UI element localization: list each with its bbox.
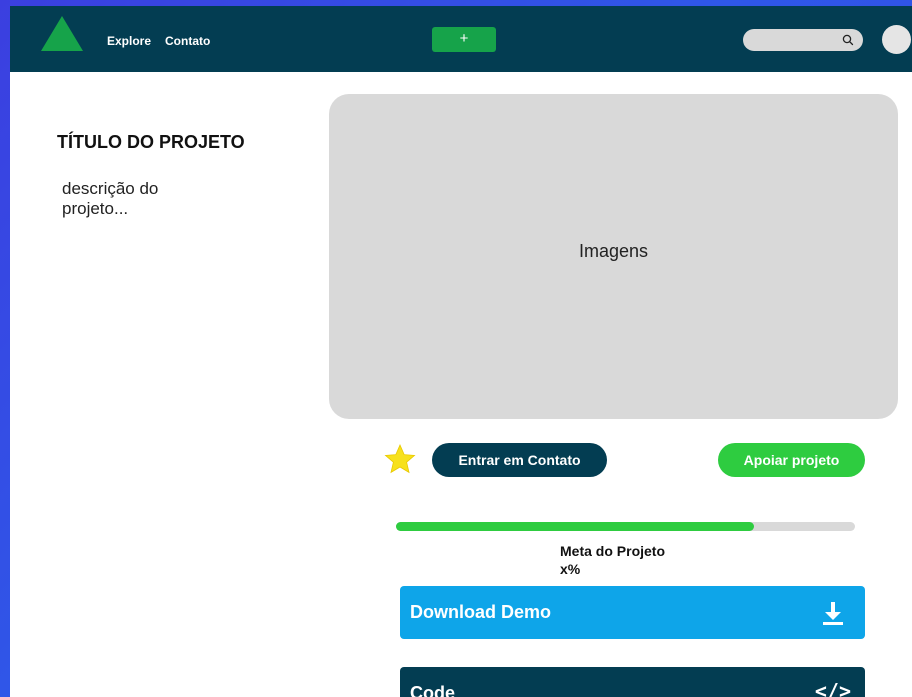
- goal-progress-fill: [396, 522, 755, 531]
- app-frame: Explore Contato + TÍTULO DO PROJETO desc…: [10, 6, 912, 697]
- support-project-button[interactable]: Apoiar projeto: [718, 443, 865, 477]
- logo-triangle-icon[interactable]: [41, 16, 83, 51]
- image-placeholder-label: Imagens: [578, 241, 649, 261]
- goal-progress-bar: [396, 522, 855, 531]
- user-avatar[interactable]: [882, 25, 911, 54]
- add-project-button[interactable]: +: [432, 27, 496, 52]
- code-button[interactable]: Code </>: [400, 667, 865, 697]
- code-label: Code: [410, 683, 455, 697]
- search-input[interactable]: [743, 29, 863, 51]
- favorite-star-icon[interactable]: [384, 443, 416, 475]
- download-demo-label: Download Demo: [410, 602, 552, 622]
- project-description: descrição do projeto...: [62, 179, 159, 218]
- nav-contato-link[interactable]: Contato: [165, 34, 210, 48]
- project-title: TÍTULO DO PROJETO: [57, 132, 245, 152]
- download-icon: [823, 602, 843, 625]
- download-demo-button[interactable]: Download Demo: [400, 586, 865, 639]
- contact-button[interactable]: Entrar em Contato: [432, 443, 607, 477]
- nav-explore-link[interactable]: Explore: [107, 34, 151, 48]
- goal-label: Meta do Projeto: [560, 543, 666, 559]
- search-icon[interactable]: [842, 34, 854, 46]
- goal-percentage: x%: [560, 561, 581, 577]
- top-navbar: Explore Contato +: [10, 6, 912, 72]
- project-image-placeholder[interactable]: Imagens: [329, 94, 898, 419]
- code-brackets-icon: </>: [814, 679, 851, 697]
